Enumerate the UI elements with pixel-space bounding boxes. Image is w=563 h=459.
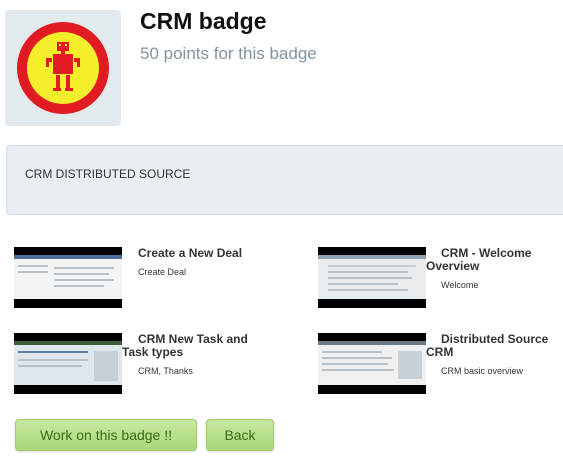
robot-badge-icon [17, 22, 109, 114]
video-title[interactable]: Create a New Deal [138, 247, 288, 260]
page-title: CRM badge [140, 8, 267, 34]
badge-image [5, 10, 121, 126]
video-item[interactable]: CRM New Task and Task types CRM, Thanks [14, 333, 294, 403]
video-thumbnail[interactable] [318, 333, 426, 394]
video-thumbnail[interactable] [14, 247, 122, 308]
video-description: Welcome [441, 280, 479, 290]
source-panel: CRM DISTRIBUTED SOURCE [6, 145, 563, 215]
video-item[interactable]: Create a New Deal Create Deal [14, 247, 294, 317]
video-item[interactable]: CRM - Welcome Overview Welcome [318, 247, 563, 317]
source-label: CRM DISTRIBUTED SOURCE [25, 167, 191, 181]
badge-points: 50 points for this badge [140, 44, 317, 63]
video-thumbnail[interactable] [318, 247, 426, 308]
video-description: CRM basic overview [441, 366, 524, 376]
video-title[interactable]: CRM New Task and Task types [122, 333, 262, 359]
work-on-badge-button[interactable]: Work on this badge !! [15, 419, 197, 451]
video-item[interactable]: Distributed Source CRM CRM basic overvie… [318, 333, 563, 403]
video-title[interactable]: CRM - Welcome Overview [426, 247, 551, 273]
back-button[interactable]: Back [206, 419, 274, 451]
video-description: CRM, Thanks [138, 366, 193, 376]
video-thumbnail[interactable] [14, 333, 122, 394]
video-description: Create Deal [138, 267, 187, 277]
video-title[interactable]: Distributed Source CRM [426, 333, 563, 359]
